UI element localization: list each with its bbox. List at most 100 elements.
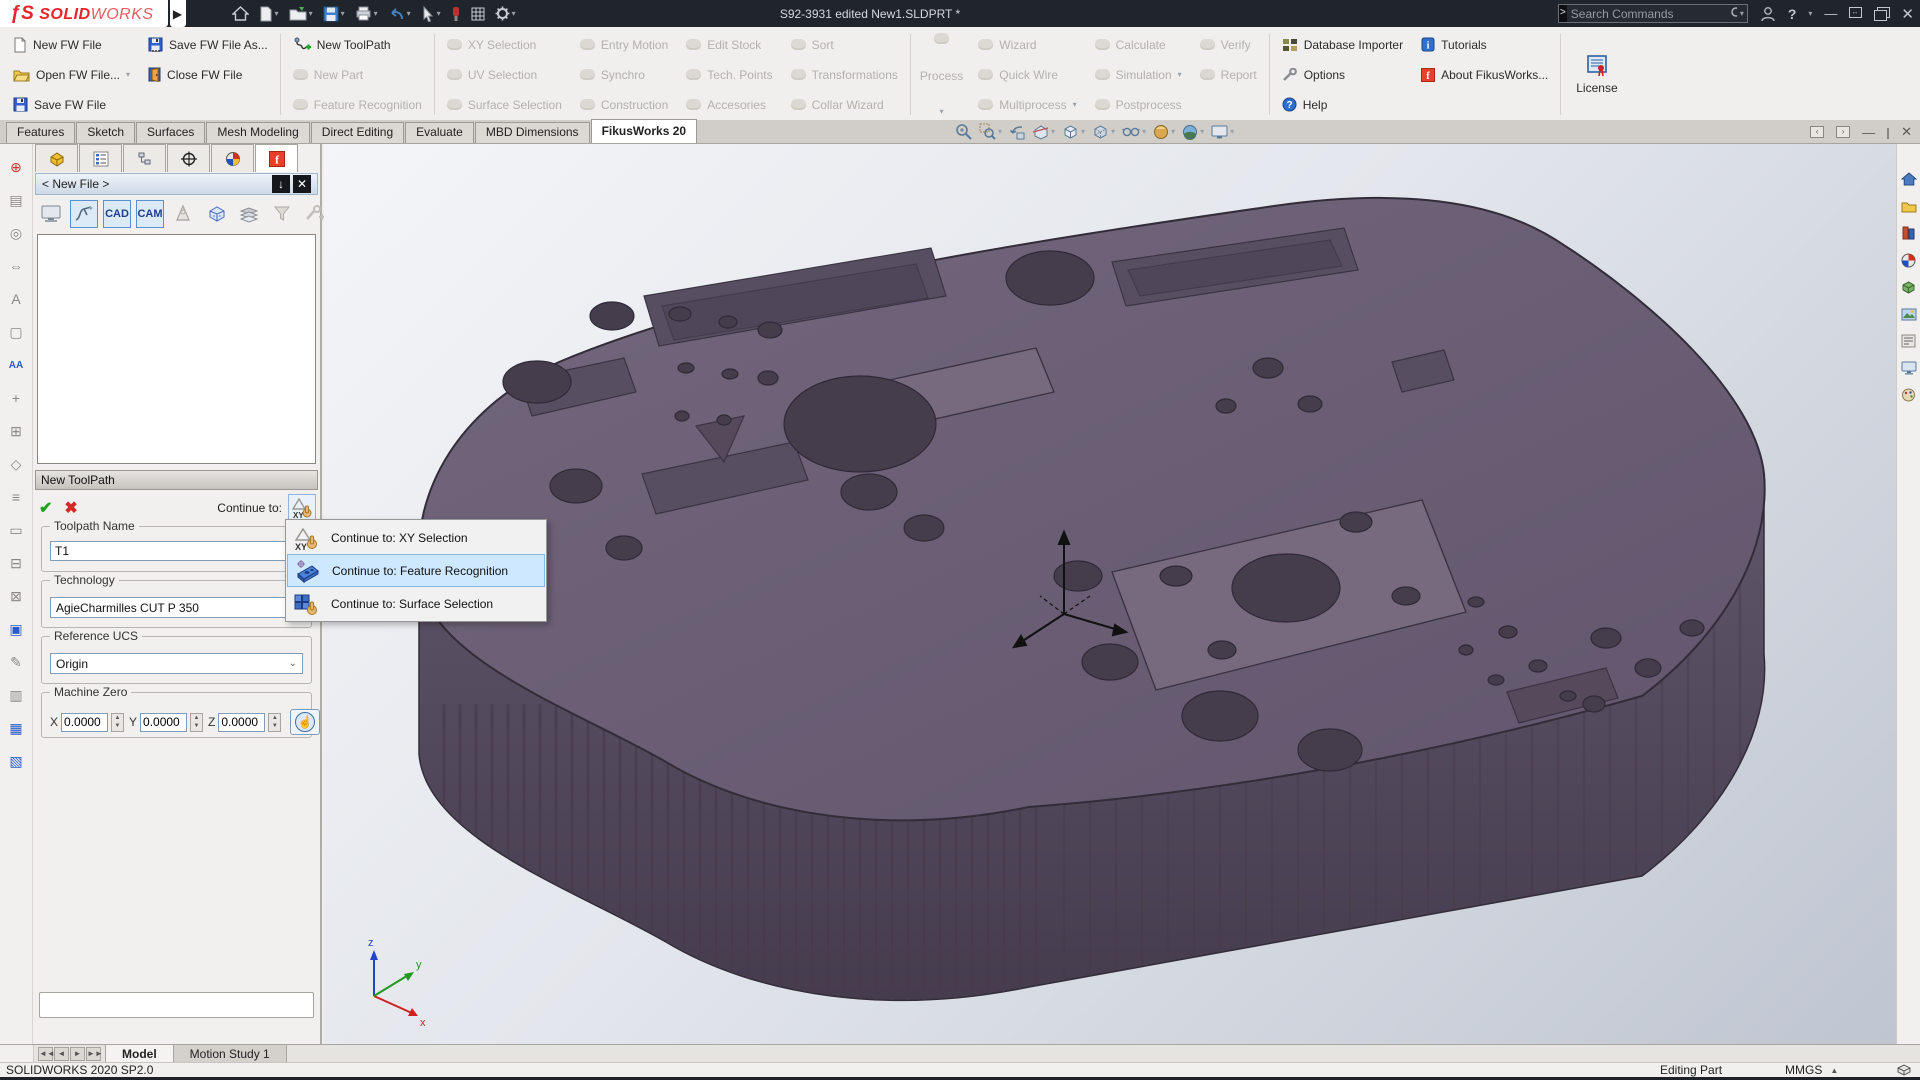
fit-width-icon[interactable]: ⇔ (5, 255, 27, 277)
tab-evaluate[interactable]: Evaluate (405, 122, 474, 143)
minimize-icon[interactable]: — (1824, 6, 1837, 21)
report-button[interactable]: Report (1196, 61, 1261, 88)
settings-gear-icon[interactable]: ▾ (495, 6, 516, 21)
pane-collapse-left-icon[interactable]: ‹ (1810, 126, 1825, 138)
target-flash-icon[interactable]: ⊕ (5, 156, 27, 178)
close-icon[interactable]: ✕ (1901, 5, 1914, 23)
search-icon[interactable] (1730, 6, 1737, 21)
uv-selection-button[interactable]: UV Selection (443, 61, 566, 88)
custom-properties-icon[interactable] (1900, 332, 1918, 350)
counter-icon[interactable]: ▤ (5, 189, 27, 211)
last-tab-icon[interactable]: ►► (86, 1046, 103, 1061)
view-settings-icon[interactable]: ▾ (1211, 125, 1234, 139)
doc-restore-icon[interactable] (1887, 125, 1890, 139)
graphics-viewport[interactable]: z x y (324, 144, 1896, 1044)
home-icon[interactable] (231, 6, 249, 21)
logo-flyout-arrow-icon[interactable]: ▶ (169, 0, 186, 27)
annotation-icon[interactable]: A (5, 288, 27, 310)
design-library-icon[interactable] (1900, 197, 1918, 215)
sheet-icon[interactable]: ▭ (5, 519, 27, 541)
y-spinner[interactable]: ▲ ▼ (190, 712, 204, 732)
continue-to-xy-button[interactable]: XY (288, 494, 316, 522)
simulation-monitor-icon[interactable] (37, 200, 65, 228)
tab-direct-editing[interactable]: Direct Editing (310, 122, 405, 143)
print-icon[interactable]: ▾ (355, 6, 378, 21)
chevron-down-icon[interactable]: ▾ (407, 9, 411, 18)
select-arrow-icon[interactable]: ▾ (421, 5, 441, 22)
xy-selection-button[interactable]: XY Selection (443, 31, 566, 58)
quick-wire-button[interactable]: Quick Wire (974, 61, 1080, 88)
collar-wizard-button[interactable]: Collar Wizard (787, 91, 902, 118)
chevron-down-icon[interactable]: ▾ (1171, 127, 1175, 136)
search-input[interactable] (1566, 6, 1730, 21)
ucs-icon[interactable]: ⊞ (5, 420, 27, 442)
display-style-icon[interactable]: ▾ (1092, 124, 1115, 140)
chevron-down-icon[interactable]: ▾ (1081, 127, 1085, 136)
hide-show-items-icon[interactable]: ▾ (1122, 125, 1146, 139)
close-panel-icon[interactable]: ✕ (293, 175, 311, 193)
tech-points-button[interactable]: Tech. Points (682, 61, 776, 88)
chevron-down-icon[interactable]: ▾ (512, 9, 516, 18)
tree-view-icon[interactable]: ≡ (5, 486, 27, 508)
pane-collapse-right-icon[interactable]: › (1836, 126, 1851, 138)
select-chain-icon[interactable]: ▣ (5, 618, 27, 640)
filter-icon[interactable] (268, 200, 296, 228)
next-tab-icon[interactable]: ► (70, 1046, 85, 1061)
chevron-down-icon[interactable]: ▾ (1111, 127, 1115, 136)
stock-cube-icon[interactable] (202, 200, 230, 228)
menu-item-xy-selection[interactable]: XY Continue to: XY Selection (287, 521, 545, 554)
section-view-icon[interactable]: ▾ (1032, 124, 1055, 140)
edit-geometry-icon[interactable]: ✎ (5, 651, 27, 673)
surface-selection-button[interactable]: Surface Selection (443, 91, 566, 118)
clone-part-icon[interactable]: ▧ (5, 750, 27, 772)
process-button[interactable]: Process ▾ (914, 31, 969, 118)
chevron-down-icon[interactable]: ▾ (1051, 127, 1055, 136)
panel-tab-part[interactable] (35, 144, 78, 172)
tab-sketch[interactable]: Sketch (76, 122, 136, 143)
zoom-fit-icon[interactable] (955, 123, 972, 140)
chevron-down-icon[interactable]: ▾ (1737, 9, 1747, 18)
chevron-down-icon[interactable]: ▾ (1142, 127, 1146, 136)
chevron-down-icon[interactable]: ▾ (1178, 70, 1182, 79)
tab-mesh-modeling[interactable]: Mesh Modeling (206, 122, 310, 143)
simulation-button[interactable]: Simulation ▾ (1091, 61, 1186, 88)
apply-scene-icon[interactable]: ▾ (1182, 124, 1204, 140)
first-tab-icon[interactable]: ◄◄ (38, 1046, 55, 1061)
database-importer-button[interactable]: Database Importer (1278, 31, 1407, 58)
about-fikusworks-button[interactable]: f About FikusWorks... (1417, 61, 1552, 88)
construction-button[interactable]: Construction (576, 91, 672, 118)
panel-tab-fikusworks[interactable]: f (255, 144, 298, 172)
license-button[interactable]: License (1564, 31, 1629, 118)
cad-toggle-button[interactable]: CAD (103, 200, 131, 228)
home-pane-icon[interactable] (1900, 170, 1918, 188)
machine-zero-z-input[interactable] (221, 715, 263, 729)
help-icon[interactable]: ? (1788, 6, 1797, 22)
chevron-down-icon[interactable]: ▾ (437, 9, 441, 18)
transformations-button[interactable]: Transformations (787, 61, 902, 88)
toolpath-name-input[interactable] (55, 544, 298, 558)
counter-reset-icon[interactable]: ◎ (5, 222, 27, 244)
edit-appearance-icon[interactable]: ▾ (1153, 124, 1175, 140)
clone-toolpath-icon[interactable]: ▦ (5, 717, 27, 739)
ok-check-button[interactable]: ✔ (39, 498, 52, 518)
chevron-down-icon[interactable]: ▾ (1073, 100, 1077, 109)
previous-view-icon[interactable] (1009, 124, 1025, 140)
tab-surfaces[interactable]: Surfaces (136, 122, 206, 143)
tutorials-button[interactable]: i Tutorials (1417, 31, 1552, 58)
postprocess-button[interactable]: Postprocess (1091, 91, 1186, 118)
monitor-small-icon[interactable]: ▢ (5, 321, 27, 343)
open-folder-icon[interactable]: ▾ (289, 6, 313, 21)
chevron-down-icon[interactable]: ▾ (309, 9, 313, 18)
feature-recognition-button[interactable]: Feature Recognition (289, 91, 426, 118)
panel-tab-feature-tree[interactable] (123, 144, 166, 172)
chevron-down-icon[interactable]: ▾ (341, 9, 345, 18)
forum-monitor-icon[interactable] (1900, 359, 1918, 377)
reference-ucs-select[interactable]: Origin ⌄ (50, 653, 303, 674)
new-part-button[interactable]: New Part (289, 61, 426, 88)
wizard-cone-icon[interactable] (169, 200, 197, 228)
close-fw-file-button[interactable]: Close FW File (144, 61, 272, 88)
technology-select[interactable]: AgieCharmilles CUT P 350⌄ (50, 597, 303, 618)
pin-down-icon[interactable]: ↓ (272, 175, 290, 193)
view-orientation-icon[interactable]: ▾ (1062, 124, 1085, 140)
panel-footer-field[interactable] (39, 992, 314, 1018)
